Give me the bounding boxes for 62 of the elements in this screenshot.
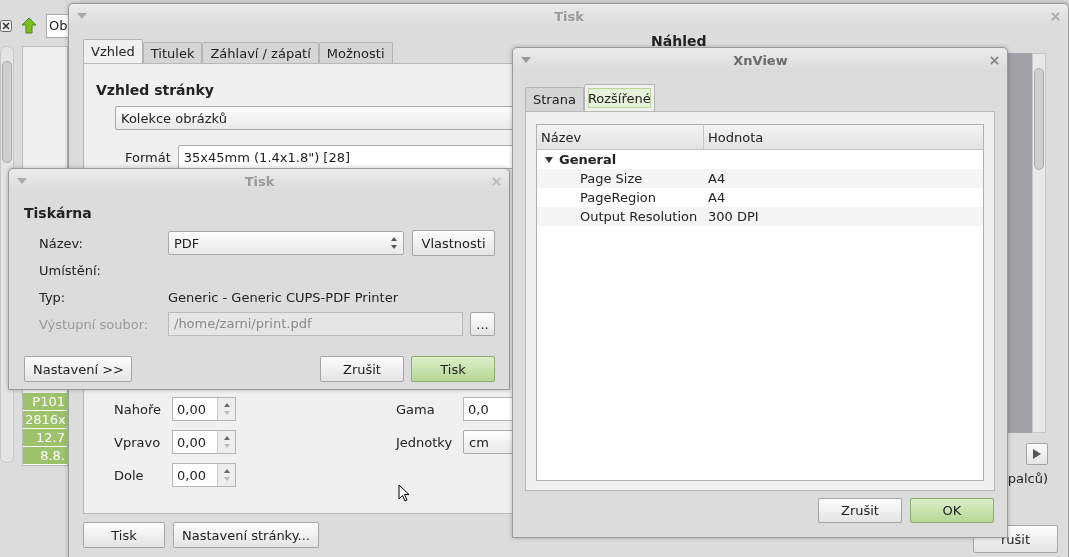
property-name: Output Resolution: [579, 209, 699, 224]
info-cell: 12.7: [23, 429, 67, 447]
window-title: XnView: [733, 52, 788, 68]
close-icon[interactable]: [0, 20, 12, 32]
dialog-button[interactable]: OK: [910, 498, 994, 523]
margin-spinbox[interactable]: 0,00: [172, 430, 236, 454]
property-name: PageRegion: [579, 190, 657, 205]
spin-arrows-icon[interactable]: [222, 401, 231, 417]
location-field[interactable]: Ob: [46, 14, 71, 38]
margin-label: Nahoře: [114, 401, 162, 417]
margin-spinbox[interactable]: 0,00: [172, 463, 236, 487]
scrollbar[interactable]: [1032, 53, 1046, 433]
tab[interactable]: Titulek: [142, 42, 203, 63]
margin-label: Vpravo: [114, 434, 162, 450]
field-label: Typ:: [39, 289, 67, 305]
info-cell: P101: [23, 393, 67, 411]
dialog-button[interactable]: Nastavení >>: [24, 356, 132, 382]
dialog-button[interactable]: Zrušit: [818, 498, 902, 523]
play-icon: [1033, 449, 1041, 459]
section-heading: Tiskárna: [24, 205, 92, 221]
spin-arrows-icon: [390, 235, 398, 251]
spin-arrows-icon[interactable]: [222, 467, 231, 483]
tab[interactable]: Strana: [525, 87, 584, 111]
property-value: 300 DPI: [707, 209, 759, 224]
printer-select[interactable]: PDF: [168, 231, 404, 255]
field-label: Výstupní soubor:: [39, 316, 150, 332]
tab[interactable]: Vzhled: [83, 39, 143, 63]
window-title: Tisk: [554, 8, 584, 24]
dialog-button[interactable]: Zrušit: [320, 356, 404, 382]
tab[interactable]: Rozšířené: [583, 84, 655, 111]
column-header[interactable]: Název: [537, 125, 704, 149]
margin-label: Dole: [114, 467, 145, 483]
spin-arrows-icon[interactable]: [222, 434, 231, 450]
arrow-up-icon[interactable]: [20, 17, 38, 35]
dialog-button[interactable]: Tisk: [83, 522, 165, 548]
tab[interactable]: Možnosti: [318, 42, 393, 63]
property-value: A4: [707, 190, 726, 205]
field-label: Název:: [39, 235, 84, 251]
properties-button[interactable]: Vlastnosti: [412, 230, 495, 256]
column-header[interactable]: Hodnota: [704, 125, 764, 149]
setting-label: Jednotky: [396, 434, 454, 450]
format-label: Formát: [125, 149, 171, 165]
preview-caption: palců): [1007, 471, 1048, 486]
window-menu-icon[interactable]: [77, 13, 87, 19]
dialog-button[interactable]: Nastavení stránky...: [173, 522, 319, 548]
window-menu-icon[interactable]: [17, 178, 27, 184]
dialog-button[interactable]: Tisk: [411, 356, 495, 382]
property-name: Page Size: [579, 171, 644, 186]
field-label: Umístění:: [39, 262, 102, 278]
caret-icon[interactable]: [545, 155, 553, 164]
cursor-icon: [398, 484, 410, 502]
info-cell: 2816x: [23, 411, 67, 429]
setting-label: Gama: [396, 401, 436, 417]
preview-heading: Náhled: [651, 33, 707, 49]
tab[interactable]: Záhlaví / zápatí: [202, 42, 319, 63]
next-page-button[interactable]: [1026, 443, 1048, 465]
property-value: A4: [707, 171, 726, 186]
margin-spinbox[interactable]: 0,00: [172, 397, 236, 421]
section-heading: Vzhled stránky: [96, 82, 214, 98]
info-cell: 8.8.: [23, 447, 67, 465]
window-title: Tisk: [244, 173, 275, 189]
field-value: Generic - Generic CUPS-PDF Printer: [168, 289, 399, 305]
